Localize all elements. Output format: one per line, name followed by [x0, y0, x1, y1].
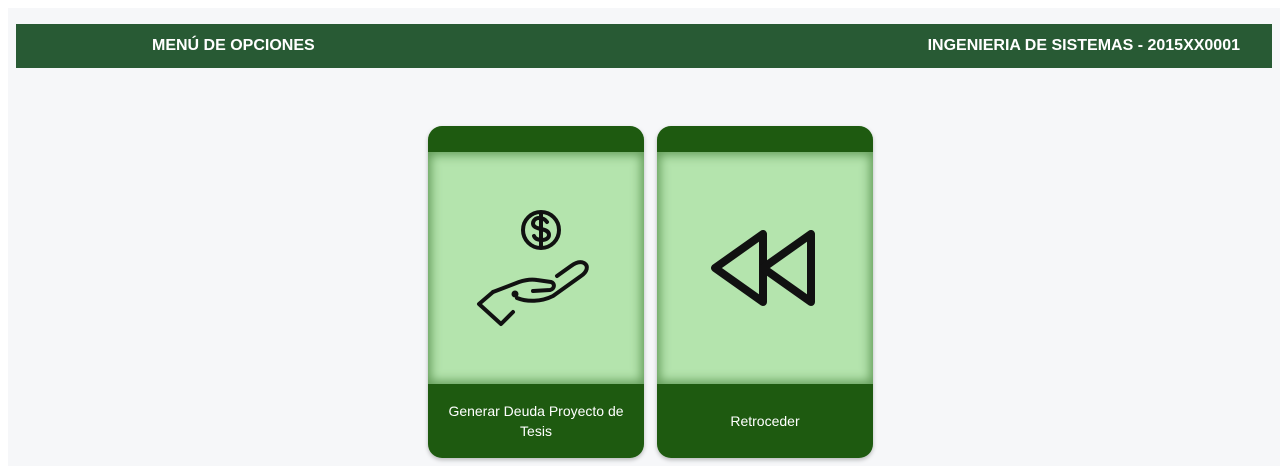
menu-card-retroceder[interactable]: Retroceder: [657, 126, 873, 458]
card-top-band: [657, 126, 873, 152]
card-icon-area: [428, 152, 644, 384]
header-bar: MENÚ DE OPCIONES INGENIERIA DE SISTEMAS …: [16, 24, 1272, 68]
page-background: MENÚ DE OPCIONES INGENIERIA DE SISTEMAS …: [8, 8, 1280, 466]
page-title: MENÚ DE OPCIONES: [152, 37, 315, 54]
menu-card-label: Retroceder: [657, 384, 873, 458]
menu-card-generar-deuda[interactable]: Generar Deuda Proyecto de Tesis: [428, 126, 644, 458]
user-info: INGENIERIA DE SISTEMAS - 2015XX0001: [927, 37, 1240, 54]
hand-holding-dollar-icon: [477, 210, 589, 326]
menu-card-label: Generar Deuda Proyecto de Tesis: [428, 384, 644, 458]
card-icon-area: [657, 152, 873, 384]
card-top-band: [428, 126, 644, 152]
rewind-icon: [711, 230, 815, 306]
